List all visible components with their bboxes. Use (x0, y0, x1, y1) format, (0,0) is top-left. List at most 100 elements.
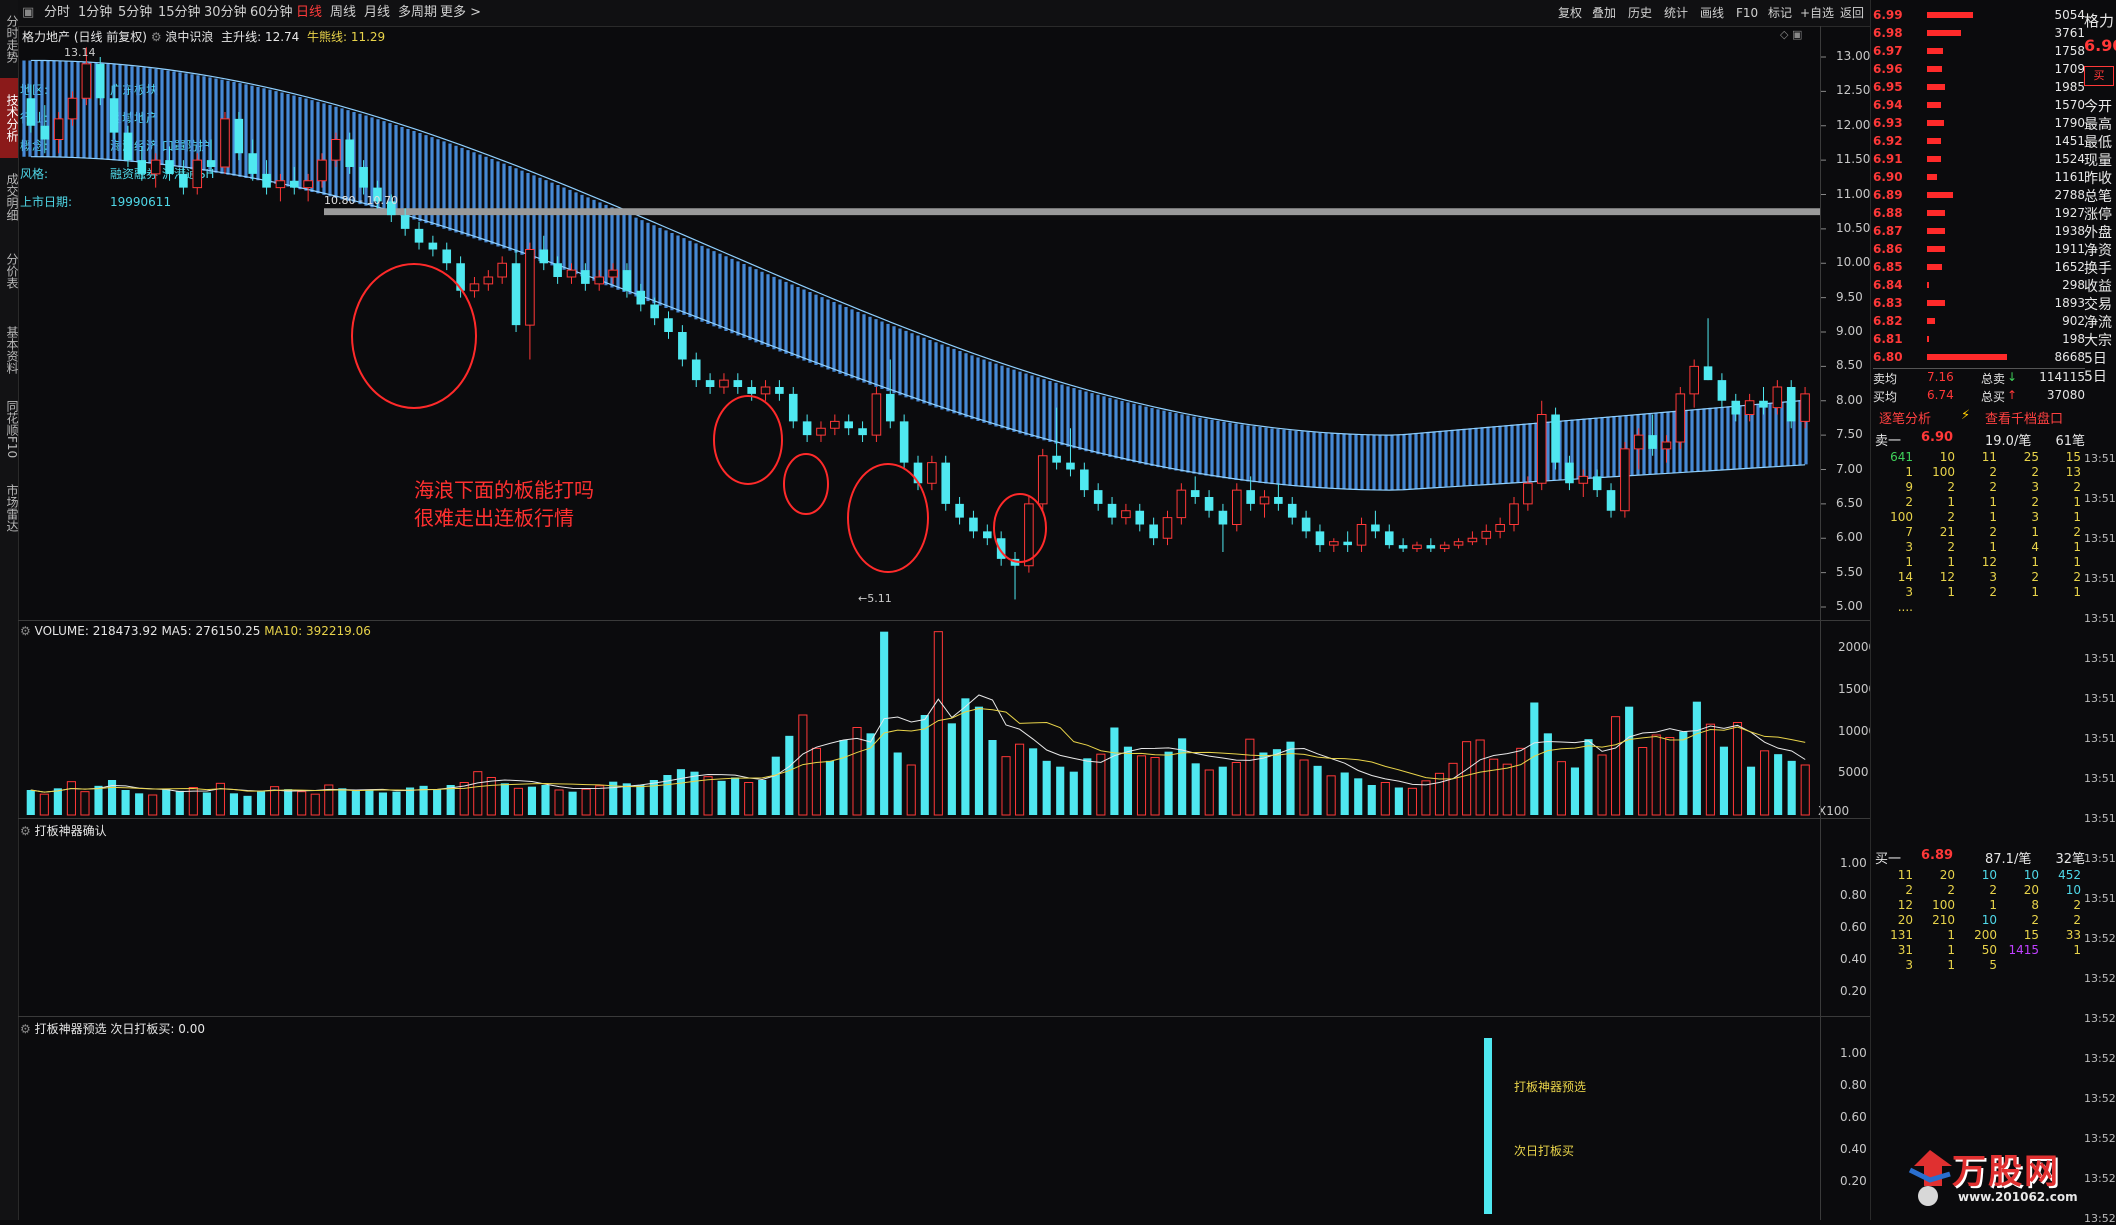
queue-cell: 2 (1989, 883, 1997, 897)
queue-cell: 5 (1989, 958, 1997, 972)
tick-time: 13:51 (2084, 612, 2116, 625)
candle-body (150, 159, 161, 175)
depth-volume: 8668 (2054, 350, 2085, 364)
queue-cell: .... (1897, 600, 1913, 614)
volume-bar (1231, 762, 1241, 816)
candle-body (525, 249, 535, 326)
depth-row[interactable]: 6.92 1451 (1873, 132, 2085, 150)
price-tick-label: 7.00 (1836, 461, 1863, 476)
depth-volume: 1893 (2054, 296, 2085, 310)
buy1-count: 32笔 (2055, 852, 2085, 867)
depth-row[interactable]: 6.84 298 (1873, 276, 2085, 294)
tick-time: 13:51 (2084, 652, 2116, 665)
candle-body (1287, 503, 1297, 518)
volume-settings-icon[interactable]: ⚙ (20, 624, 35, 638)
queue-cell: 10 (2023, 868, 2039, 882)
annotation-circle (713, 395, 783, 485)
candle-body (67, 97, 78, 120)
panel3-tick-label: 0.20 (1840, 984, 1867, 998)
volume-bar (1096, 753, 1106, 816)
depth-row[interactable]: 6.98 3761 (1873, 24, 2085, 42)
depth-price: 6.87 (1873, 224, 1903, 238)
tab-trade-analysis[interactable]: 逐笔分析 (1879, 408, 1931, 427)
candle-body (26, 98, 36, 126)
panel-divider (18, 1016, 1870, 1017)
depth-row[interactable]: 6.87 1938 (1873, 222, 2085, 240)
volume-bar (1651, 734, 1661, 816)
depth-volume: 198 (2062, 332, 2085, 346)
panel-divider (18, 818, 1870, 819)
candle-body (262, 173, 271, 188)
queue-cell: 31 (1897, 943, 1913, 957)
candle-body (1037, 455, 1048, 505)
volume-bar (703, 776, 713, 816)
candle-body (179, 173, 188, 188)
queue-cell: 100 (1932, 898, 1955, 912)
candle-body (414, 228, 424, 243)
volume-bar (731, 777, 740, 815)
depth-row[interactable]: 6.82 902 (1873, 312, 2085, 330)
depth-row[interactable]: 6.83 1893 (1873, 294, 2085, 312)
candle-body (858, 428, 867, 436)
candle-body (1772, 386, 1783, 409)
depth-row[interactable]: 6.90 1161 (1873, 168, 2085, 186)
volume-bar (1746, 766, 1756, 815)
volume-bar (284, 789, 293, 815)
quote-field-label: 外盘 (2084, 225, 2112, 241)
candle-body (442, 249, 452, 264)
panel3-tick-label: 0.60 (1840, 920, 1867, 934)
candle-body (1481, 530, 1492, 539)
volume-bar (1611, 716, 1621, 816)
quote-field-label: 昨收 (2084, 171, 2112, 187)
volume-bar (310, 793, 320, 816)
depth-row[interactable]: 6.96 1709 (1873, 60, 2085, 78)
panel4-header: ⚙ 打板神器预选 次日打板买: 0.00 (20, 1020, 205, 1037)
annotation-circle (847, 463, 929, 573)
far-buy-button[interactable]: 买 (2084, 66, 2114, 86)
panel3-settings-icon[interactable]: ⚙ (20, 824, 35, 838)
panel4-settings-icon[interactable]: ⚙ (20, 1022, 35, 1036)
volume-bar (365, 790, 374, 815)
candle-body (345, 139, 355, 167)
candle-body (192, 159, 203, 189)
depth-row[interactable]: 6.94 1570 (1873, 96, 2085, 114)
queue-cell: 3 (1905, 958, 1913, 972)
depth-row[interactable]: 6.91 1524 (1873, 150, 2085, 168)
depth-row[interactable]: 6.89 2788 (1873, 186, 2085, 204)
candle-body (955, 503, 964, 518)
candle-body (1648, 435, 1657, 449)
depth-row[interactable]: 6.99 5054 (1873, 6, 2085, 24)
candle-body (95, 63, 105, 99)
tab-depth-view[interactable]: 查看千档盘口 (1985, 408, 2063, 427)
up-arrow-icon: ↑ (2007, 388, 2018, 402)
depth-row[interactable]: 6.88 1927 (1873, 204, 2085, 222)
queue-cell: 13 (2065, 465, 2081, 479)
queue-cell: 2 (2073, 913, 2081, 927)
candle-body (969, 517, 978, 532)
quote-field-label: 今开 (2084, 99, 2112, 115)
depth-price: 6.81 (1873, 332, 1903, 346)
depth-row[interactable]: 6.93 1790 (1873, 114, 2085, 132)
quote-field-label: 大宗 (2084, 333, 2112, 349)
depth-row[interactable]: 6.81 198 (1873, 330, 2085, 348)
quote-field-label: 最低 (2084, 135, 2112, 151)
depth-row[interactable]: 6.85 1652 (1873, 258, 2085, 276)
sell1-price: 6.90 (1921, 430, 1954, 445)
depth-price: 6.99 (1873, 8, 1903, 22)
depth-volume: 2788 (2054, 188, 2085, 202)
queue-cell: 15 (2065, 450, 2081, 464)
candle-body (303, 180, 313, 189)
low-marker: ←5.11 (858, 592, 892, 605)
volume-bar (676, 769, 686, 815)
price-tick-label: 7.50 (1836, 427, 1863, 442)
kline-chart[interactable] (0, 0, 2116, 1220)
volume-tick-label: 5000 (1838, 765, 1869, 780)
candle-body (1135, 510, 1145, 525)
depth-row[interactable]: 6.97 1758 (1873, 42, 2085, 60)
depth-row[interactable]: 6.80 8668 (1873, 348, 2085, 366)
panel4-tick-label: 0.80 (1840, 1078, 1867, 1092)
volume-bar (94, 785, 103, 815)
depth-row[interactable]: 6.86 1911 (1873, 240, 2085, 258)
depth-row[interactable]: 6.95 1985 (1873, 78, 2085, 96)
queue-cell: 10 (1939, 450, 1955, 464)
